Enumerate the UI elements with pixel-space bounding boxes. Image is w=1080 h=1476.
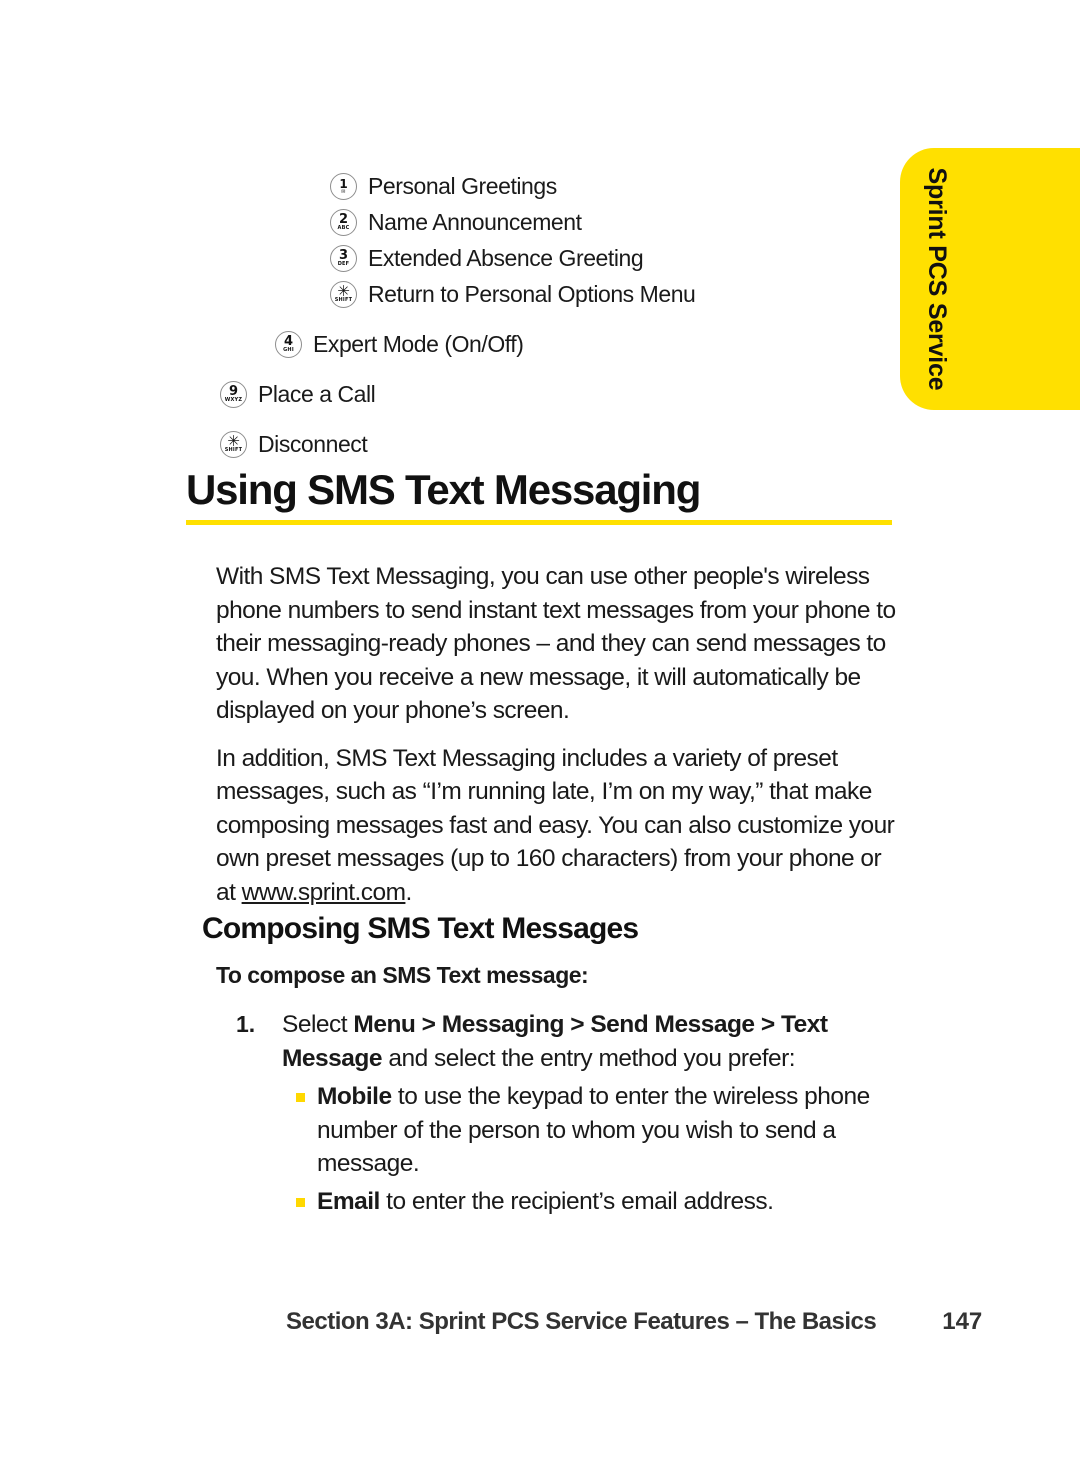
entry-method-bullets: Mobile to use the keypad to enter the wi… — [236, 1080, 906, 1218]
sprint-website-link[interactable]: www.sprint.com — [242, 879, 406, 906]
step-text: Select Menu > Messaging > Send Message >… — [282, 1008, 906, 1075]
bullet-body: to enter the recipient’s email address. — [379, 1187, 774, 1215]
bullet-label-email: Email — [317, 1187, 380, 1215]
list-item: 3 DEF Extended Absence Greeting — [0, 240, 900, 276]
intro-paragraph-1: With SMS Text Messaging, you can use oth… — [216, 563, 896, 724]
list-item: 9 WXYZ Place a Call — [0, 376, 900, 412]
list-item-label: Disconnect — [258, 430, 368, 457]
list-item: 2 ABC Name Announcement — [0, 204, 900, 240]
list-item-label: Personal Greetings — [368, 172, 557, 199]
list-item: ✳ SHIFT Return to Personal Options Menu — [0, 276, 900, 312]
keypad-key-star-icon: ✳ SHIFT — [330, 280, 357, 308]
step-text-a: Select — [282, 1011, 354, 1038]
keypad-menu-list: 1 ✉ Personal Greetings 2 ABC Name Announ… — [0, 168, 900, 462]
body-content: With SMS Text Messaging, you can use oth… — [216, 560, 906, 923]
procedure-steps: 1. Select Menu > Messaging > Send Messag… — [236, 1008, 906, 1222]
section-side-tab-label: Sprint PCS Service — [923, 167, 951, 391]
paragraph-2-text-b: . — [405, 878, 412, 906]
page-number: 147 — [942, 1308, 983, 1335]
procedure-lead-in: To compose an SMS Text message: — [216, 962, 589, 988]
page-title-block: Using SMS Text Messaging — [186, 466, 892, 525]
list-item: ✳ SHIFT Disconnect — [0, 426, 900, 462]
step-number: 1. — [236, 1011, 256, 1037]
list-item: 4 GHI Expert Mode (On/Off) — [0, 326, 900, 362]
list-item-label: Return to Personal Options Menu — [368, 280, 696, 307]
bullet-square-icon — [296, 1197, 305, 1207]
keypad-key-star-icon: ✳ SHIFT — [220, 430, 247, 458]
keypad-key-3-icon: 3 DEF — [330, 244, 357, 272]
list-item-label: Place a Call — [258, 380, 376, 407]
list-item-label: Extended Absence Greeting — [368, 244, 644, 271]
page-footer: Section 3A: Sprint PCS Service Features … — [286, 1308, 982, 1336]
keypad-key-2-icon: 2 ABC — [330, 208, 357, 236]
manual-page: Sprint PCS Service 1 ✉ Personal Greeting… — [0, 0, 1080, 1476]
list-item: 1. Select Menu > Messaging > Send Messag… — [236, 1008, 906, 1075]
list-item-label: Expert Mode (On/Off) — [313, 330, 524, 357]
section-side-tab: Sprint PCS Service — [900, 148, 1080, 410]
bullet-square-icon — [296, 1093, 305, 1102]
intro-paragraph-2: In addition, SMS Text Messaging includes… — [216, 742, 906, 910]
bullet-text: Mobile to use the keypad to enter the wi… — [317, 1080, 906, 1181]
keypad-key-4-icon: 4 GHI — [275, 330, 302, 358]
list-item-label: Name Announcement — [368, 208, 582, 235]
list-item: Mobile to use the keypad to enter the wi… — [296, 1080, 906, 1181]
step-text-b: and select the entry method you prefer: — [382, 1044, 796, 1072]
title-underline-rule — [186, 520, 892, 525]
bullet-text: Email to enter the recipient’s email add… — [317, 1185, 906, 1219]
keypad-key-9-icon: 9 WXYZ — [220, 380, 247, 408]
list-item: Email to enter the recipient’s email add… — [296, 1185, 906, 1219]
list-item: 1 ✉ Personal Greetings — [0, 168, 900, 204]
keypad-key-1-icon: 1 ✉ — [330, 172, 357, 200]
footer-section-label: Section 3A: Sprint PCS Service Features … — [286, 1308, 877, 1335]
subsection-heading: Composing SMS Text Messages — [202, 912, 639, 945]
bullet-label-mobile: Mobile — [317, 1083, 392, 1110]
bullet-body: to use the keypad to enter the wireless … — [317, 1083, 870, 1177]
page-title: Using SMS Text Messaging — [186, 466, 701, 513]
